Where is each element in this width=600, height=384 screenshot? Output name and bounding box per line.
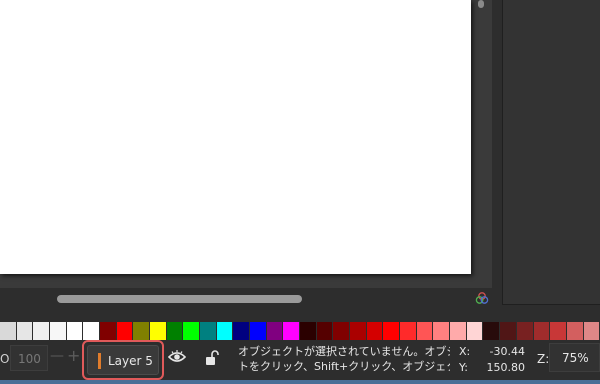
palette-swatch[interactable] xyxy=(466,322,484,340)
color-management-icon[interactable] xyxy=(473,289,490,306)
palette-swatch[interactable] xyxy=(66,322,84,340)
opacity-input[interactable]: 100 xyxy=(10,345,48,371)
x-coord-value: -30.44 xyxy=(489,345,525,358)
palette-swatch[interactable] xyxy=(166,322,184,340)
palette-swatch[interactable] xyxy=(316,322,334,340)
layer-name: Layer 5 xyxy=(108,354,153,368)
status-message-line2: トをクリック、Shift+クリック、オブジェクト上… xyxy=(238,360,450,373)
palette-swatch[interactable] xyxy=(116,322,134,340)
layer-color-indicator xyxy=(98,353,101,369)
right-dock xyxy=(492,0,600,320)
palette-swatch[interactable] xyxy=(500,322,517,340)
y-coord-value: 150.80 xyxy=(486,361,526,374)
palette-swatch[interactable] xyxy=(333,322,351,340)
palette-swatch[interactable] xyxy=(33,322,51,340)
vertical-scrollbar[interactable] xyxy=(475,0,487,288)
palette-swatch[interactable] xyxy=(83,322,101,340)
opacity-decrease-button[interactable]: — xyxy=(50,348,64,364)
document-page[interactable] xyxy=(0,0,471,274)
palette-swatch[interactable] xyxy=(0,322,17,340)
palette-swatch[interactable] xyxy=(133,322,151,340)
palette-swatch[interactable] xyxy=(433,322,451,340)
canvas-area[interactable] xyxy=(0,0,492,288)
palette-swatch[interactable] xyxy=(233,322,251,340)
palette-swatch[interactable] xyxy=(216,322,234,340)
taskbar-edge xyxy=(0,380,600,384)
palette-swatch[interactable] xyxy=(50,322,67,340)
palette-swatch[interactable] xyxy=(366,322,384,340)
palette-swatch[interactable] xyxy=(100,322,117,340)
color-palette[interactable] xyxy=(0,322,600,340)
opacity-increase-button[interactable]: + xyxy=(67,346,80,365)
palette-swatch[interactable] xyxy=(300,322,317,340)
current-layer-button[interactable]: Layer 5 xyxy=(87,345,159,375)
zoom-label: Z: xyxy=(537,352,550,366)
palette-swatch[interactable] xyxy=(566,322,584,340)
palette-swatch[interactable] xyxy=(483,322,501,340)
palette-swatch[interactable] xyxy=(250,322,267,340)
eye-icon[interactable] xyxy=(167,349,187,363)
palette-swatch[interactable] xyxy=(266,322,284,340)
status-message-line1: オブジェクトが選択されていません。オブジェクト xyxy=(238,345,450,358)
palette-swatch[interactable] xyxy=(383,322,401,340)
palette-swatch[interactable] xyxy=(350,322,367,340)
palette-swatch[interactable] xyxy=(550,322,567,340)
palette-swatch[interactable] xyxy=(583,322,600,340)
palette-swatch[interactable] xyxy=(16,322,34,340)
palette-swatch[interactable] xyxy=(150,322,167,340)
zoom-input[interactable]: 75% xyxy=(549,343,600,372)
status-message: オブジェクトが選択されていません。オブジェクト トをクリック、Shift+クリッ… xyxy=(238,344,450,374)
palette-swatch[interactable] xyxy=(416,322,434,340)
palette-swatch[interactable] xyxy=(283,322,301,340)
palette-swatch[interactable] xyxy=(400,322,417,340)
vertical-scrollbar-thumb[interactable] xyxy=(478,0,484,8)
dock-panel xyxy=(502,0,600,305)
palette-swatch[interactable] xyxy=(450,322,467,340)
palette-swatch[interactable] xyxy=(183,322,201,340)
palette-swatch[interactable] xyxy=(200,322,217,340)
current-layer-highlight: Layer 5 xyxy=(82,340,164,380)
palette-swatch[interactable] xyxy=(516,322,534,340)
palette-swatch[interactable] xyxy=(533,322,551,340)
horizontal-scrollbar-thumb[interactable] xyxy=(57,295,302,303)
unlock-icon[interactable] xyxy=(205,350,219,366)
